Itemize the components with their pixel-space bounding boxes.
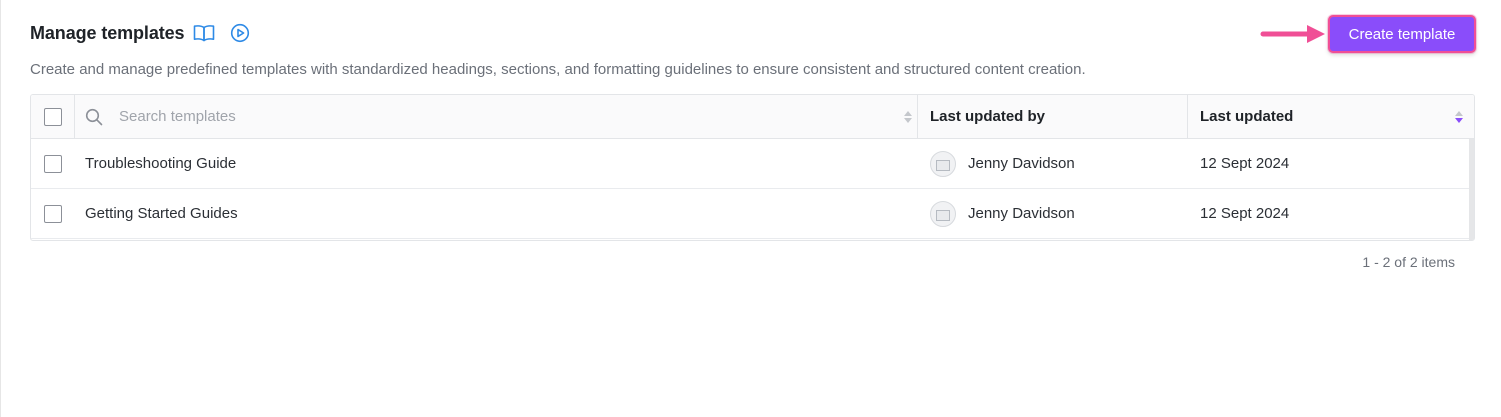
template-name[interactable]: Troubleshooting Guide	[85, 155, 236, 172]
manage-templates-page: Manage templates Create and manage prede…	[0, 0, 1501, 417]
avatar	[930, 200, 956, 227]
search-box	[85, 108, 917, 126]
sort-icon[interactable]	[903, 109, 913, 125]
updated-by-cell: Jenny Davidson	[918, 139, 1188, 188]
table-row[interactable]: Troubleshooting Guide Jenny Davidson 12 …	[31, 139, 1474, 189]
page-description: Create and manage predefined templates w…	[30, 61, 1086, 78]
templates-table: Last updated by Last updated Troubleshoo…	[30, 94, 1475, 241]
updated-by-header-label: Last updated by	[930, 108, 1046, 125]
create-template-button[interactable]: Create template	[1328, 15, 1476, 53]
sort-icon[interactable]	[1454, 109, 1464, 125]
search-input[interactable]	[119, 108, 879, 125]
updated-date: 12 Sept 2024	[1200, 155, 1290, 172]
row-select-cell	[31, 139, 75, 188]
row-checkbox[interactable]	[44, 204, 62, 223]
updated-header-label: Last updated	[1200, 108, 1294, 125]
table-header: Last updated by Last updated	[31, 95, 1474, 139]
updated-date-cell: 12 Sept 2024	[1188, 189, 1474, 238]
updated-by-column-header[interactable]: Last updated by	[918, 95, 1188, 138]
vertical-scrollbar[interactable]	[1469, 139, 1474, 240]
row-checkbox[interactable]	[44, 154, 62, 173]
search-icon	[85, 108, 103, 125]
user-name: Jenny Davidson	[968, 155, 1075, 172]
page-title: Manage templates	[30, 22, 185, 43]
avatar	[930, 150, 956, 177]
page-header: Manage templates	[30, 20, 251, 46]
updated-column-header[interactable]: Last updated	[1188, 95, 1474, 138]
row-select-cell	[31, 189, 75, 238]
template-name[interactable]: Getting Started Guides	[85, 205, 238, 222]
template-name-cell: Troubleshooting Guide	[75, 139, 918, 188]
play-circle-icon[interactable]	[229, 22, 251, 44]
updated-by-cell: Jenny Davidson	[918, 189, 1188, 238]
pagination-summary: 1 - 2 of 2 items	[1362, 254, 1455, 270]
updated-date-cell: 12 Sept 2024	[1188, 139, 1474, 188]
updated-date: 12 Sept 2024	[1200, 205, 1290, 222]
table-row[interactable]: Getting Started Guides Jenny Davidson 12…	[31, 189, 1474, 239]
user-name: Jenny Davidson	[968, 205, 1075, 222]
book-icon[interactable]	[193, 22, 215, 44]
select-all-checkbox[interactable]	[43, 107, 62, 126]
name-column-header	[75, 95, 918, 138]
template-name-cell: Getting Started Guides	[75, 189, 918, 238]
select-all-cell	[31, 95, 75, 138]
pointer-arrow-icon	[1260, 25, 1325, 43]
